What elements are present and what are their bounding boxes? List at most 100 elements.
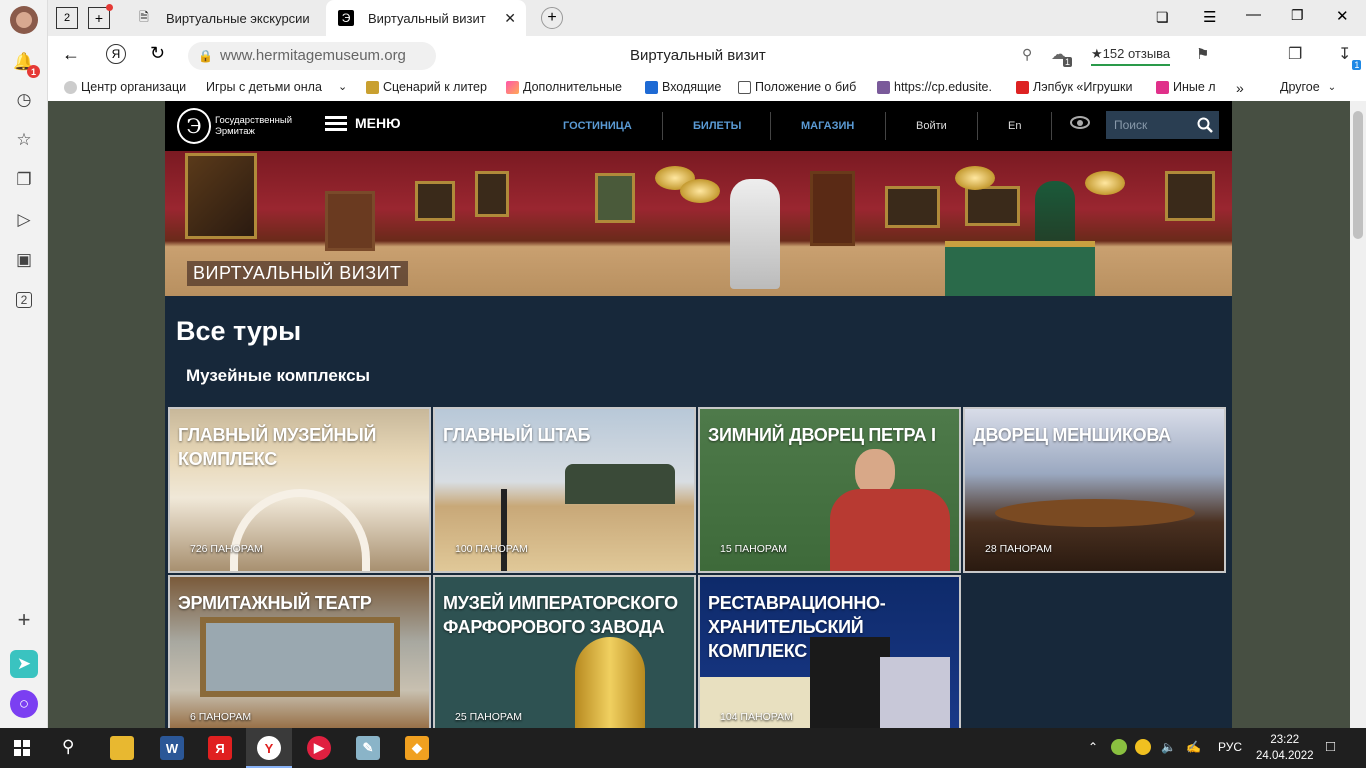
new-tab-icon[interactable]: + — [88, 4, 113, 29]
history-icon[interactable]: ◷ — [10, 86, 38, 114]
profile-avatar[interactable] — [10, 6, 38, 34]
nav-language[interactable]: En — [1008, 101, 1021, 151]
yandex-browser-icon[interactable]: Y — [257, 736, 281, 760]
bookmark-item[interactable]: Игры с детьми онла — [206, 80, 329, 94]
bookmark-item[interactable]: Центр организаци — [64, 80, 188, 94]
malachite-table-image — [945, 241, 1095, 296]
nav-shop[interactable]: МАГАЗИН — [801, 101, 854, 151]
pen-icon[interactable]: ✍ — [1186, 740, 1201, 754]
bookmark-item[interactable]: Положение о биб — [738, 80, 862, 94]
search-page-icon[interactable]: ⚲ — [1022, 46, 1032, 63]
nav-divider — [885, 112, 886, 140]
tray-app-icon[interactable] — [1111, 739, 1127, 755]
search-input[interactable]: Поиск — [1106, 111, 1191, 139]
tour-card-menshikov-palace[interactable]: ДВОРЕЦ МЕНШИКОВА 28 ПАНОРАМ — [963, 407, 1226, 573]
new-tab-plus-button[interactable]: + — [541, 7, 563, 29]
hermitage-site: Э Государственный Эрмитаж МЕНЮ ГОСТИНИЦА… — [165, 101, 1232, 728]
bookmark-icon[interactable]: ⚑ — [1196, 45, 1209, 63]
collections-icon[interactable]: ❐ — [10, 166, 38, 194]
bookmark-item[interactable]: Дополнительные — [506, 80, 628, 94]
windows-start-icon[interactable] — [14, 740, 30, 756]
notifications-bell-icon[interactable]: 🔔 1 — [10, 48, 40, 78]
browser-menu-icon[interactable]: ☰ — [1203, 8, 1216, 26]
tour-card-main-complex[interactable]: ГЛАВНЫЙ МУЗЕЙНЫЙ КОМПЛЕКС 726 ПАНОРАМ — [168, 407, 431, 573]
other-bookmarks-button[interactable]: Другое ⌄ — [1280, 80, 1336, 94]
video-play-icon[interactable]: ▷ — [10, 206, 38, 234]
clock[interactable]: 23:22 24.04.2022 — [1256, 732, 1314, 764]
action-center-icon[interactable]: □ — [1326, 738, 1335, 755]
tabs-counter-button[interactable]: 2 — [10, 286, 38, 314]
tray-app-icon[interactable] — [1135, 739, 1151, 755]
messenger-icon[interactable]: ➤ — [10, 650, 38, 678]
tour-card-general-staff[interactable]: ГЛАВНЫЙ ШТАБ 100 ПАНОРАМ — [433, 407, 696, 573]
tab-virtual-tours[interactable]: 🗎 Виртуальные экскурсии — [124, 0, 324, 36]
search-placeholder: Поиск — [1114, 118, 1148, 132]
restore-window-icon[interactable]: ❐ — [1291, 7, 1304, 24]
nav-divider — [977, 112, 978, 140]
page-scrollbar[interactable] — [1350, 101, 1366, 728]
bookmark-item[interactable]: https://cp.edusite. — [877, 80, 1001, 94]
collections-button-icon[interactable]: ❐ — [1288, 44, 1302, 64]
nav-tickets[interactable]: БИЛЕТЫ — [693, 101, 741, 151]
search-icon[interactable]: ⚲ — [62, 737, 74, 757]
tour-card-restoration-complex[interactable]: РЕСТАВРАЦИОННО-ХРАНИТЕЛЬСКИЙ КОМПЛЕКС 10… — [698, 575, 961, 728]
show-hidden-icons[interactable]: ⌃ — [1088, 740, 1098, 754]
hermitage-logo[interactable]: Э — [177, 108, 211, 144]
accessibility-eye-icon[interactable] — [1070, 116, 1090, 129]
search-icon[interactable] — [1191, 111, 1219, 139]
alice-assistant-icon[interactable]: ○ — [10, 690, 38, 718]
tour-card-porcelain-museum[interactable]: МУЗЕЙ ИМПЕРАТОРСКОГО ФАРФОРОВОГО ЗАВОДА … — [433, 575, 696, 728]
more-bookmarks-button[interactable]: » — [1236, 80, 1244, 96]
volume-icon[interactable]: 🔈 — [1161, 740, 1176, 754]
bookmark-item[interactable]: Сценарий к литер — [366, 80, 492, 94]
favorites-star-icon[interactable]: ☆ — [10, 126, 38, 154]
bookmark-pin-icon[interactable]: ❏ — [1156, 9, 1169, 26]
file-explorer-icon[interactable] — [110, 736, 134, 760]
gold-vase-image — [575, 637, 645, 728]
nav-hotel[interactable]: ГОСТИНИЦА — [563, 101, 632, 151]
tour-card-peter-palace[interactable]: ЗИМНИЙ ДВОРЕЦ ПЕТРА I 15 ПАНОРАМ — [698, 407, 961, 573]
lock-icon: 🔒 — [198, 49, 213, 63]
hero-banner: ВИРТУАЛЬНЫЙ ВИЗИТ — [165, 151, 1232, 296]
tab-group-icon[interactable]: 2 — [56, 7, 78, 29]
reviews-link[interactable]: ★152 отзыва — [1091, 46, 1171, 66]
bookmark-item[interactable]: Иные л — [1156, 80, 1232, 94]
close-window-icon[interactable]: ✕ — [1336, 7, 1349, 25]
logo-text[interactable]: Государственный Эрмитаж — [215, 115, 300, 137]
mail-icon — [645, 80, 658, 94]
windows-taskbar: ⚲ W Я Y ▶ ✎ ◆ ⌃ 🔈 ✍ РУС 23:22 24.04.2022 … — [0, 728, 1366, 768]
protect-icon[interactable]: ☁ 1 — [1051, 45, 1072, 67]
yandex-home-icon[interactable]: Я — [106, 44, 126, 64]
app-icon[interactable]: ▶ — [307, 736, 331, 760]
back-arrow-icon[interactable]: ← — [62, 44, 80, 65]
input-language[interactable]: РУС — [1218, 740, 1242, 754]
bookmark-item[interactable]: Входящие — [645, 80, 727, 94]
menu-button[interactable]: МЕНЮ — [325, 115, 401, 131]
heart-icon — [1016, 80, 1029, 94]
reload-icon[interactable]: ↻ — [150, 43, 165, 64]
page-title: Виртуальный визит — [630, 47, 766, 64]
painting-image — [185, 153, 257, 239]
card-count: 104 ПАНОРАМ — [720, 711, 793, 723]
menu-label: МЕНЮ — [355, 115, 401, 131]
screenshot-icon[interactable]: ▣ — [10, 246, 38, 274]
page-icon: 🗎 — [139, 9, 149, 24]
nav-login[interactable]: Войти — [916, 101, 947, 151]
url-field[interactable]: 🔒 www.hermitagemuseum.org — [188, 42, 436, 70]
yandex-icon[interactable]: Я — [208, 736, 232, 760]
add-panel-icon[interactable]: + — [10, 606, 38, 634]
chevron-down-icon[interactable]: ⌄ — [338, 80, 347, 93]
paint-icon[interactable]: ✎ — [356, 736, 380, 760]
downloads-icon[interactable]: ↧ 1 — [1338, 44, 1362, 70]
word-icon[interactable]: W — [160, 736, 184, 760]
close-tab-icon[interactable]: ✕ — [504, 10, 516, 27]
address-bar: ← Я ↻ 🔒 www.hermitagemuseum.org Виртуальн… — [48, 36, 1366, 76]
scrollbar-thumb[interactable] — [1353, 111, 1363, 239]
card-title: ДВОРЕЦ МЕНШИКОВА — [973, 425, 1171, 445]
app-icon[interactable]: ◆ — [405, 736, 429, 760]
minimize-icon[interactable]: — — [1246, 6, 1261, 23]
tour-card-hermitage-theatre[interactable]: ЭРМИТАЖНЫЙ ТЕАТР 6 ПАНОРАМ — [168, 575, 431, 728]
bookmark-item[interactable]: Лэпбук «Игрушки — [1016, 80, 1143, 94]
tab-virtual-visit[interactable]: Э Виртуальный визит ✕ — [326, 0, 526, 36]
site-icon — [64, 80, 77, 94]
